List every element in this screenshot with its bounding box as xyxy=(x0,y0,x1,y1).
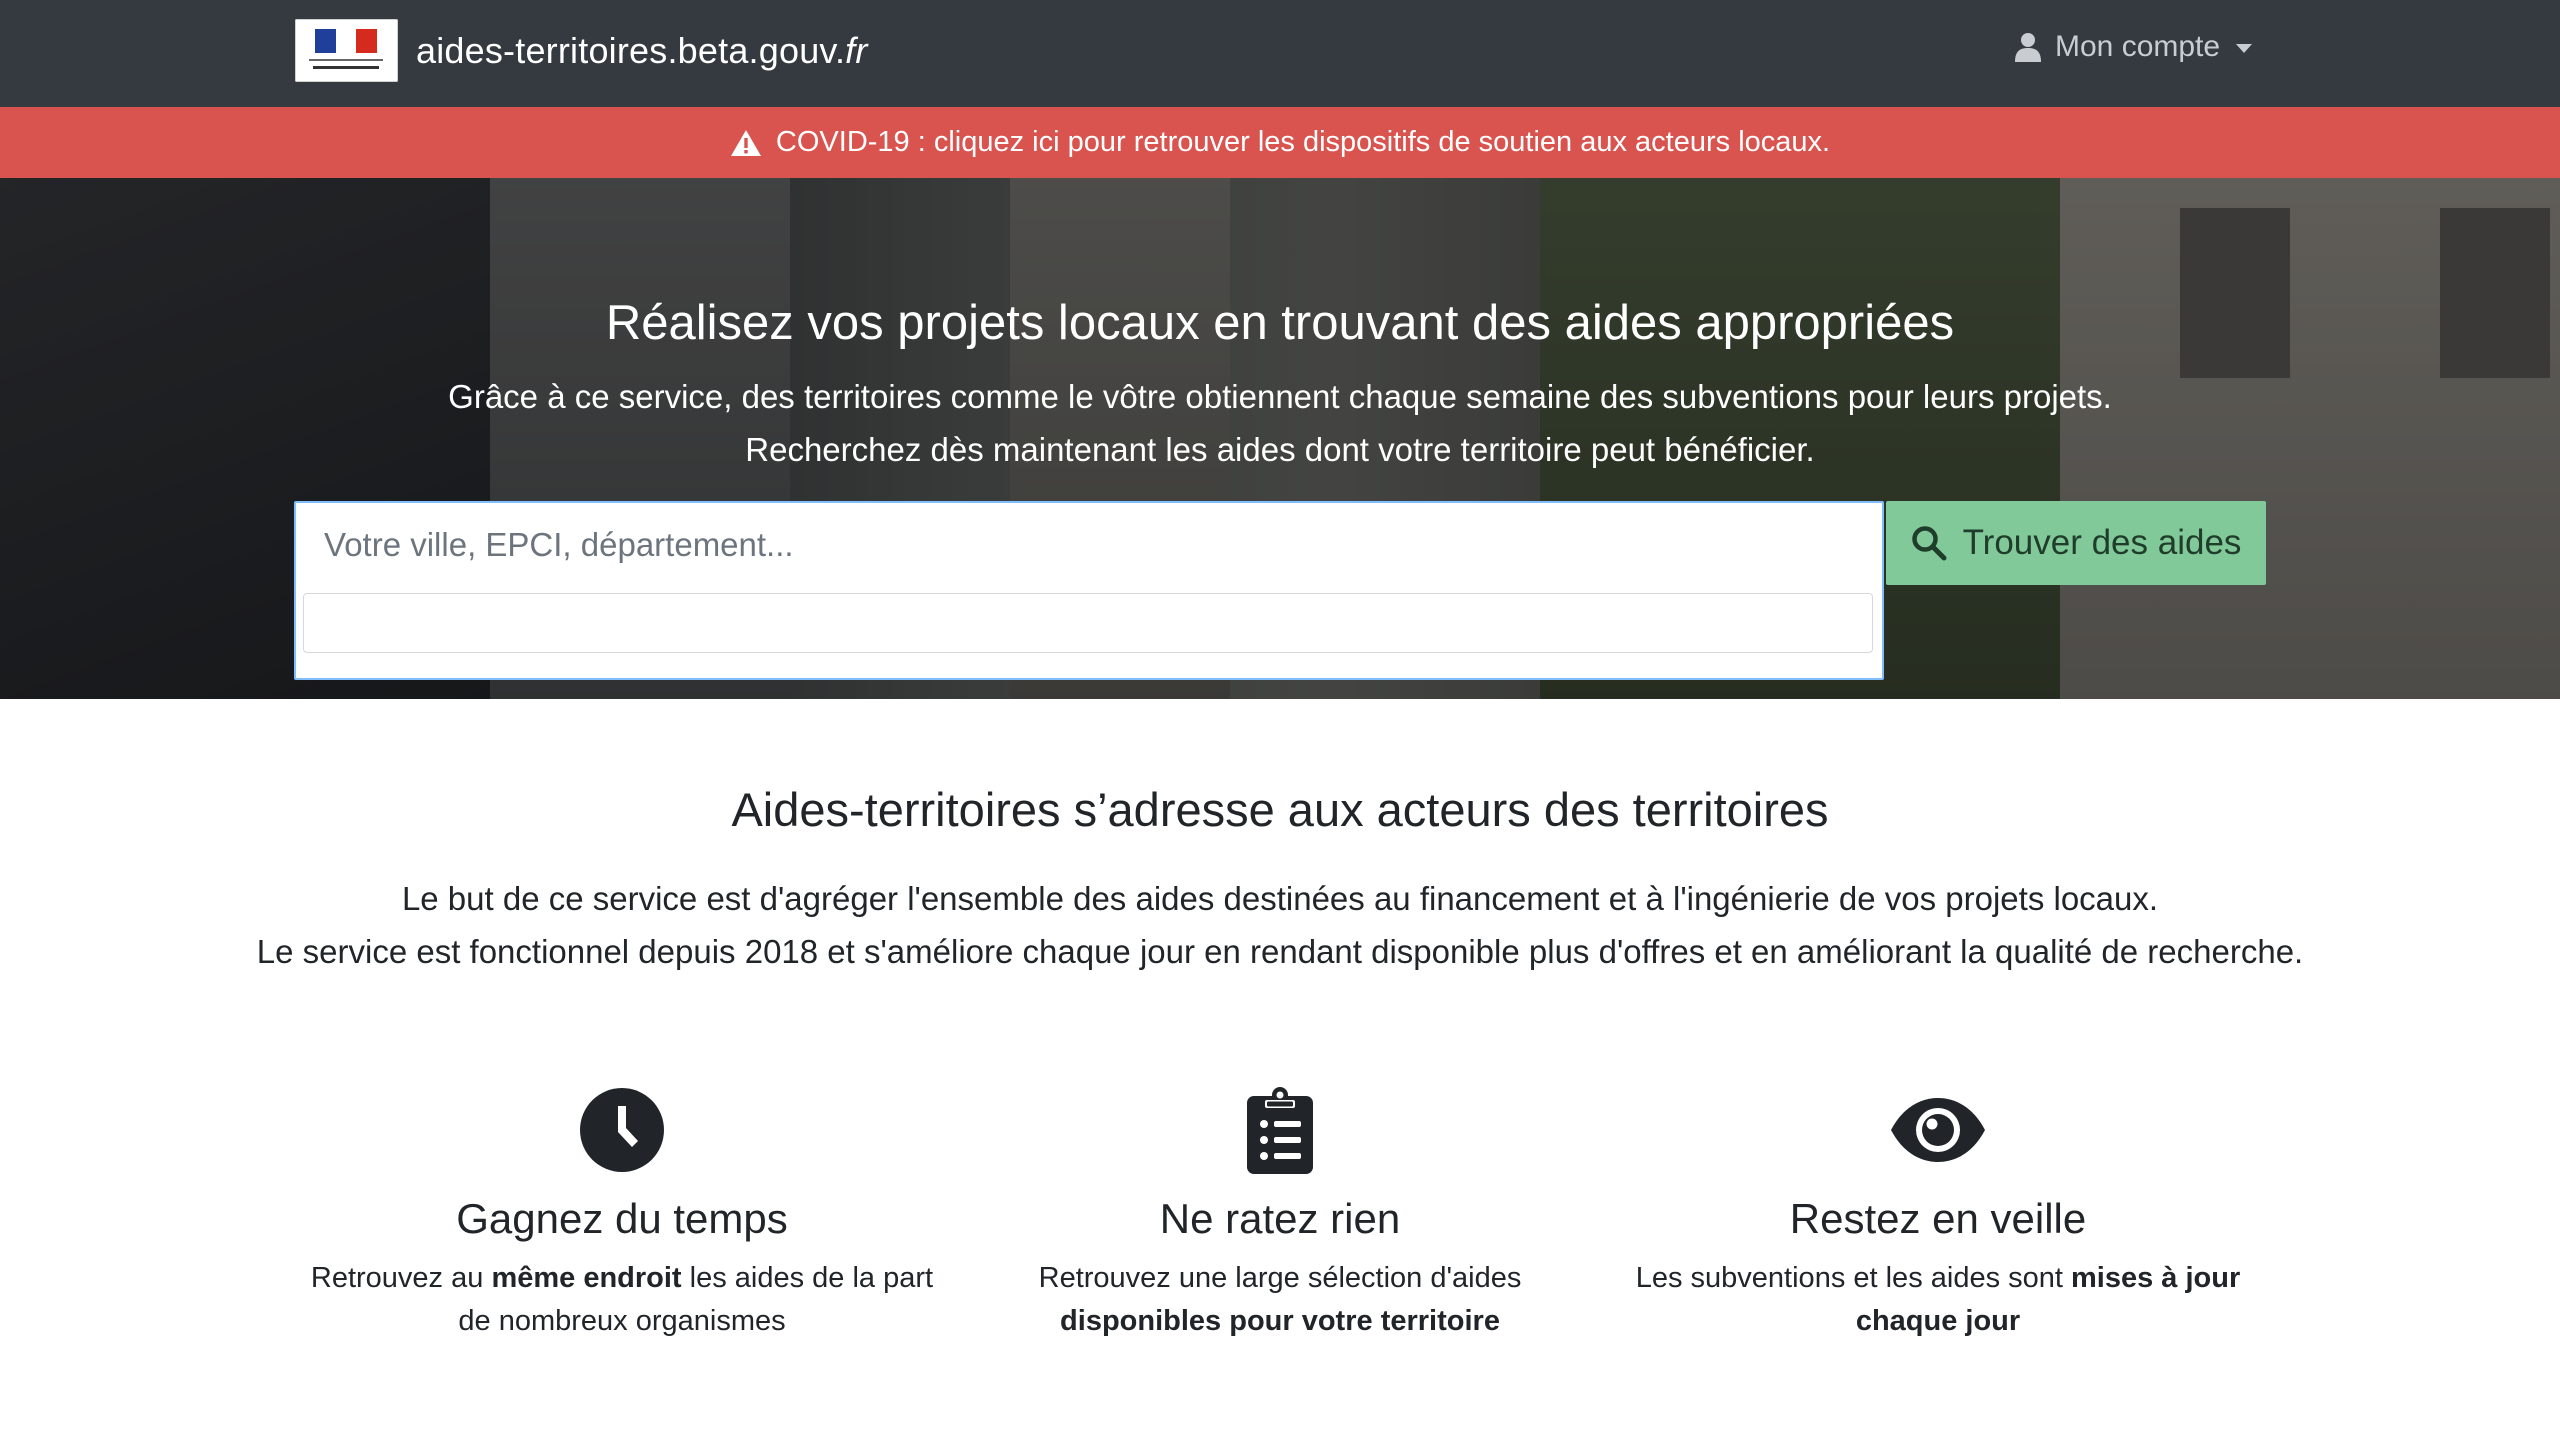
site-name: aides-territoires.beta.gouv.fr xyxy=(416,29,868,71)
warning-icon xyxy=(730,129,761,156)
feature-title: Restez en veille xyxy=(1789,1195,2087,1242)
account-dropdown[interactable]: Mon compte xyxy=(2015,30,2253,64)
navbar: aides-territoires.beta.gouv.fr Mon compt… xyxy=(0,0,2560,107)
feature-save-time: Gagnez du temps Retrouvez au même endroi… xyxy=(302,1085,942,1343)
feature-text: Retrouvez au même endroit les aides de l… xyxy=(310,1262,934,1337)
user-icon xyxy=(2015,33,2041,62)
account-label: Mon compte xyxy=(2055,30,2221,63)
search-input[interactable] xyxy=(296,503,1882,587)
search-suggestions-dropdown[interactable] xyxy=(303,593,1873,653)
search-button[interactable]: Trouver des aides xyxy=(1886,501,2266,585)
search-button-label: Trouver des aides xyxy=(1962,523,2242,562)
feature-text: Les subventions et les aides sont mises … xyxy=(1635,1262,2241,1337)
hero-subtitle: Grâce à ce service, des territoires comm… xyxy=(0,370,2560,476)
hero-title: Réalisez vos projets locaux en trouvant … xyxy=(605,296,1955,350)
clipboard-list-icon xyxy=(1247,1087,1313,1174)
home-link[interactable]: aides-territoires.beta.gouv.fr xyxy=(295,19,868,82)
feature-miss-nothing: Ne ratez rien Retrouvez une large sélect… xyxy=(960,1085,1600,1343)
search-box xyxy=(294,501,1884,680)
search-icon xyxy=(1911,526,1947,561)
eye-icon xyxy=(1891,1098,1985,1162)
section-description: Le but de ce service est d'agréger l'ens… xyxy=(250,872,2310,978)
hero-section: Réalisez vos projets locaux en trouvant … xyxy=(0,178,2560,699)
feature-text: Retrouvez une large sélection d'aides di… xyxy=(1038,1262,1522,1337)
covid-alert-banner[interactable]: COVID-19 : cliquez ici pour retrouver le… xyxy=(0,107,2560,178)
feature-title: Gagnez du temps xyxy=(456,1195,788,1242)
alert-text: COVID-19 : cliquez ici pour retrouver le… xyxy=(775,126,1831,158)
caret-down-icon xyxy=(2236,43,2253,53)
description-line-2: Le service est fonctionnel depuis 2018 e… xyxy=(256,933,2304,970)
hero-subtitle-line-2: Recherchez dès maintenant les aides dont… xyxy=(745,431,1815,468)
hero-subtitle-line-1: Grâce à ce service, des territoires comm… xyxy=(448,378,2112,415)
section-title: Aides-territoires s’adresse aux acteurs … xyxy=(731,783,1829,836)
feature-stay-alert: Restez en veille Les subventions et les … xyxy=(1618,1085,2258,1343)
description-line-1: Le but de ce service est d'agréger l'ens… xyxy=(401,880,2159,917)
clock-icon xyxy=(580,1088,664,1172)
republique-francaise-logo xyxy=(295,19,398,82)
feature-title: Ne ratez rien xyxy=(1159,1195,1401,1242)
